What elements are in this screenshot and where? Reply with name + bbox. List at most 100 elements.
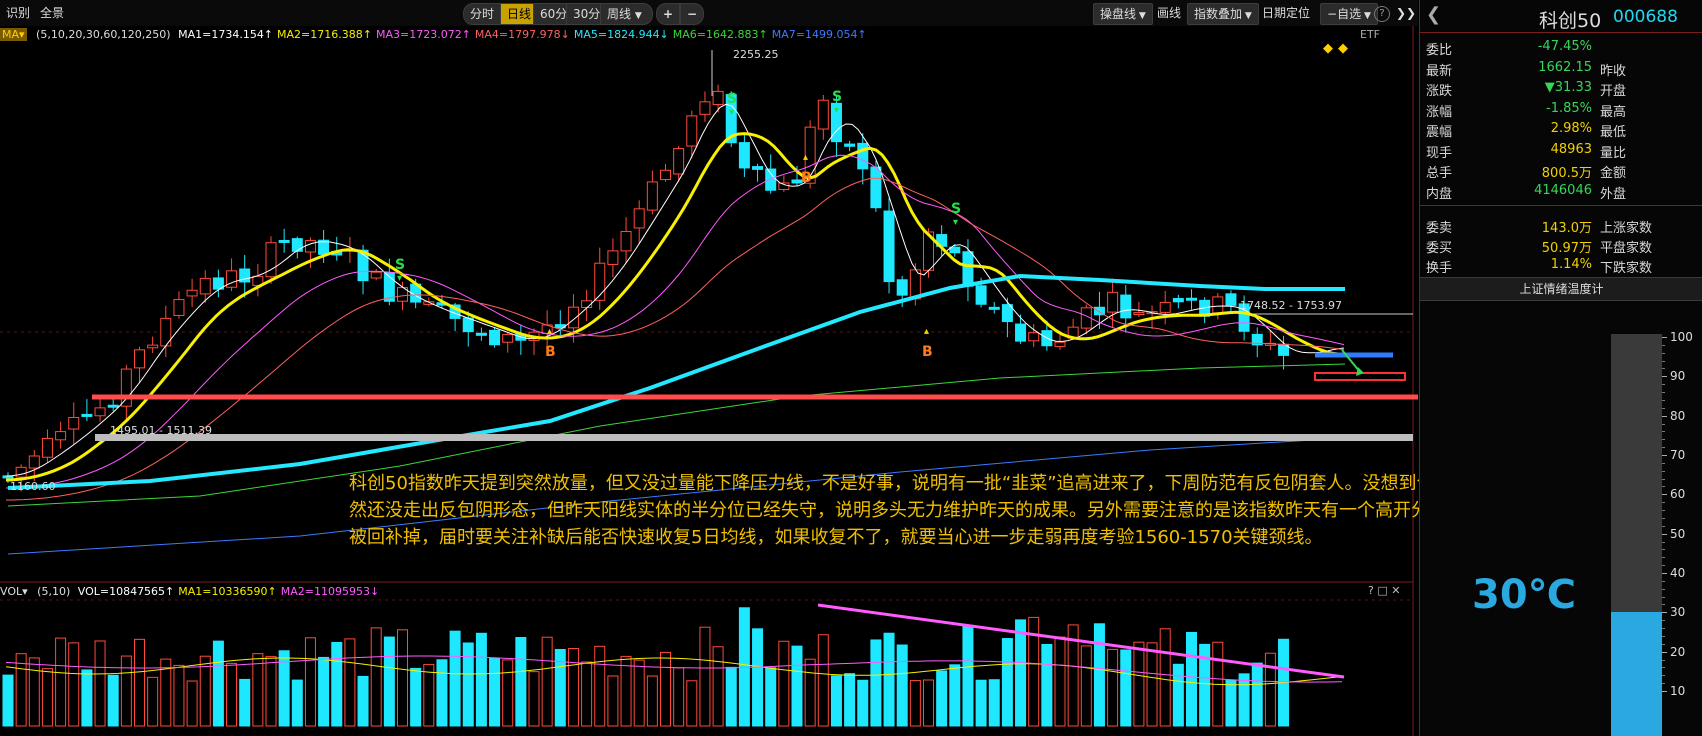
volume-bar bbox=[567, 648, 579, 727]
volume-bar bbox=[581, 661, 593, 727]
draw-line-button[interactable]: 画线 bbox=[1157, 3, 1181, 23]
volume-bar bbox=[1159, 628, 1171, 727]
volume-bar bbox=[397, 629, 408, 727]
scale-tick bbox=[1662, 533, 1667, 535]
volume-bar bbox=[646, 675, 658, 727]
scale-tick bbox=[1662, 455, 1667, 456]
chevron-down-icon: ▼ bbox=[1136, 11, 1146, 21]
back-icon[interactable]: ❮ bbox=[1426, 4, 1441, 25]
zoom-out-button[interactable]: − bbox=[680, 3, 705, 25]
signal-arrow: ▾ bbox=[834, 105, 839, 116]
volume-bar bbox=[173, 664, 185, 727]
volume-bar bbox=[752, 628, 764, 727]
scale-minor-tick bbox=[1662, 368, 1665, 370]
index-overlay-dropdown[interactable]: 指数叠加 ▼ bbox=[1187, 3, 1259, 25]
quote-label: 委比 bbox=[1426, 43, 1453, 58]
recognize-button[interactable]: 识别 bbox=[6, 3, 30, 23]
vol-indicator-tag[interactable]: VOL▾ bbox=[0, 585, 28, 598]
scale-label: 70 bbox=[1670, 448, 1686, 462]
candle-body bbox=[646, 181, 658, 211]
candle-body bbox=[462, 317, 474, 333]
index-overlay-label: 指数叠加 bbox=[1194, 7, 1243, 21]
period-dropdown[interactable]: 周线 ▼ bbox=[600, 3, 653, 25]
quote-panel: ❮ 科创50 000688 委比 -47.45% 最新 1662.15 昨收 涨跌 ▼31.… bbox=[1419, 0, 1702, 736]
volume-bar bbox=[817, 634, 829, 727]
scale-tick bbox=[1662, 691, 1667, 692]
kline-chart[interactable]: S▾S▾S▾S▾B▴B▴B▴◆ ◆ bbox=[0, 26, 1418, 736]
candle-body bbox=[55, 431, 67, 441]
volume-bar bbox=[633, 659, 645, 727]
candle-body bbox=[1159, 301, 1171, 313]
candle-body bbox=[949, 246, 961, 254]
volume-bar bbox=[502, 659, 514, 727]
quote-label: 换手 bbox=[1426, 261, 1453, 276]
zoom-in-button[interactable]: + bbox=[656, 3, 681, 25]
candle-body bbox=[1212, 296, 1224, 314]
volume-bar bbox=[791, 645, 803, 727]
candle-body bbox=[660, 169, 671, 181]
trading-line-dropdown[interactable]: 操盘线 ▼ bbox=[1093, 3, 1153, 25]
panorama-button[interactable]: 全景 bbox=[40, 3, 64, 23]
volume-bar bbox=[331, 641, 343, 727]
volume-bar bbox=[423, 663, 435, 727]
signal-arrow: ▴ bbox=[803, 152, 808, 163]
thermometer-fill bbox=[1611, 612, 1662, 736]
volume-bar bbox=[436, 659, 448, 727]
volume-bar bbox=[252, 653, 264, 727]
candle-body bbox=[1028, 332, 1040, 342]
volume-bar bbox=[883, 632, 895, 727]
scale-minor-tick bbox=[1662, 384, 1665, 386]
volume-bar bbox=[1251, 662, 1263, 727]
candle-body bbox=[567, 306, 579, 329]
chart-toolbar: 识别 全景 分时 日线 60分 30分 周线 ▼ + − 操盘线 ▼ 画线 指数… bbox=[0, 0, 1418, 26]
date-locate-button[interactable]: 日期定位 bbox=[1262, 3, 1310, 23]
scale-tick bbox=[1662, 494, 1667, 496]
tab-intraday[interactable]: 分时 bbox=[463, 3, 502, 25]
volume-bar bbox=[607, 675, 619, 727]
thermometer-title[interactable]: 上证情绪温度计 bbox=[1420, 277, 1702, 301]
signal-S: S bbox=[395, 257, 405, 273]
candle-body bbox=[844, 143, 856, 147]
quote-label-secondary: 下跌家数 bbox=[1600, 261, 1653, 276]
volume-bar bbox=[699, 626, 711, 727]
candle-body bbox=[1133, 312, 1145, 316]
candle-body bbox=[817, 99, 829, 130]
scale-minor-tick bbox=[1662, 486, 1665, 488]
volume-bar bbox=[804, 658, 816, 727]
quote-value: 800.5万 bbox=[1541, 166, 1592, 181]
volume-bar bbox=[673, 667, 685, 727]
volume-bar bbox=[909, 680, 921, 727]
candle-body bbox=[28, 455, 40, 469]
candle-body bbox=[883, 210, 895, 283]
close-icon[interactable]: ✕ bbox=[1391, 584, 1400, 597]
volume-bar bbox=[1107, 648, 1119, 727]
volume-bar bbox=[541, 636, 553, 727]
vol-legend-item-2: MA1=10336590↑ bbox=[178, 585, 277, 598]
volume-bar bbox=[120, 655, 132, 727]
chevron-down-icon: ▼ bbox=[1361, 11, 1371, 21]
quote-label: 内盘 bbox=[1426, 187, 1453, 202]
ma-legend-item-4: MA4=1797.978↓ bbox=[474, 28, 570, 41]
volume-bar bbox=[1172, 663, 1184, 727]
ma-indicator-tag[interactable]: MA▾ bbox=[0, 28, 27, 41]
watchlist-dropdown[interactable]: −自选 ▼ bbox=[1320, 3, 1378, 25]
candle-body bbox=[1172, 298, 1184, 303]
collapse-icon[interactable]: ❯❯ bbox=[1396, 3, 1416, 23]
volume-bar bbox=[370, 627, 382, 727]
volume-bar bbox=[107, 674, 119, 727]
help-icon[interactable]: ? bbox=[1368, 584, 1374, 597]
volume-bar bbox=[1120, 649, 1132, 727]
candle-body bbox=[1107, 291, 1119, 313]
scale-minor-tick bbox=[1662, 565, 1665, 567]
candle-body bbox=[134, 349, 145, 369]
volume-bar bbox=[975, 679, 987, 727]
volume-bar bbox=[857, 679, 869, 727]
restore-icon[interactable]: □ bbox=[1377, 584, 1387, 597]
minus-icon: − bbox=[1327, 7, 1338, 21]
scale-tick bbox=[1662, 651, 1667, 653]
scale-minor-tick bbox=[1662, 447, 1665, 449]
scale-minor-tick bbox=[1662, 643, 1665, 645]
help-icon[interactable]: ? bbox=[1374, 6, 1390, 22]
candle-body bbox=[304, 240, 316, 253]
quote-label-secondary: 开盘 bbox=[1600, 84, 1627, 99]
